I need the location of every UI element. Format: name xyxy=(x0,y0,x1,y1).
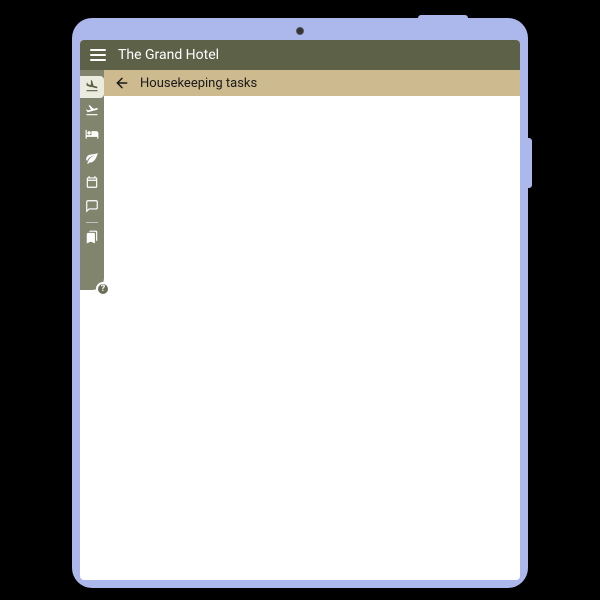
leaf-icon xyxy=(85,150,99,169)
flight-land-icon xyxy=(85,78,99,97)
sidebar-item-messages[interactable] xyxy=(80,196,104,218)
tablet-camera xyxy=(296,27,304,35)
tablet-top-button xyxy=(418,15,468,18)
sidebar-item-arrivals[interactable] xyxy=(80,76,104,98)
flight-takeoff-icon xyxy=(85,102,99,121)
sidebar-item-calendar[interactable] xyxy=(80,172,104,194)
sidebar-item-departures[interactable] xyxy=(80,100,104,122)
sidebar-item-rooms[interactable] xyxy=(80,124,104,146)
tablet-frame: The Grand Hotel xyxy=(72,18,528,588)
bed-icon xyxy=(85,126,99,145)
sidebar-item-bookmarks[interactable] xyxy=(80,227,104,249)
help-badge[interactable]: ? xyxy=(96,282,110,296)
sidebar: ? xyxy=(80,70,104,290)
main: Housekeeping tasks xyxy=(104,70,520,580)
menu-icon[interactable] xyxy=(90,49,106,61)
topbar: The Grand Hotel xyxy=(80,40,520,70)
calendar-icon xyxy=(85,174,99,193)
subheader: Housekeeping tasks xyxy=(104,70,520,96)
app-screen: The Grand Hotel xyxy=(80,40,520,580)
help-icon: ? xyxy=(101,284,105,294)
back-button[interactable] xyxy=(114,75,130,91)
arrow-left-icon xyxy=(114,75,130,91)
chat-icon xyxy=(85,198,99,217)
app-title: The Grand Hotel xyxy=(118,47,219,63)
sidebar-item-housekeeping[interactable] xyxy=(80,148,104,170)
tablet-side-button xyxy=(528,138,532,188)
bookmarks-icon xyxy=(85,229,99,248)
content-area xyxy=(104,96,520,580)
sidebar-divider xyxy=(86,222,98,223)
page-title: Housekeeping tasks xyxy=(140,76,257,91)
body: ? Housekeeping tasks xyxy=(80,70,520,580)
